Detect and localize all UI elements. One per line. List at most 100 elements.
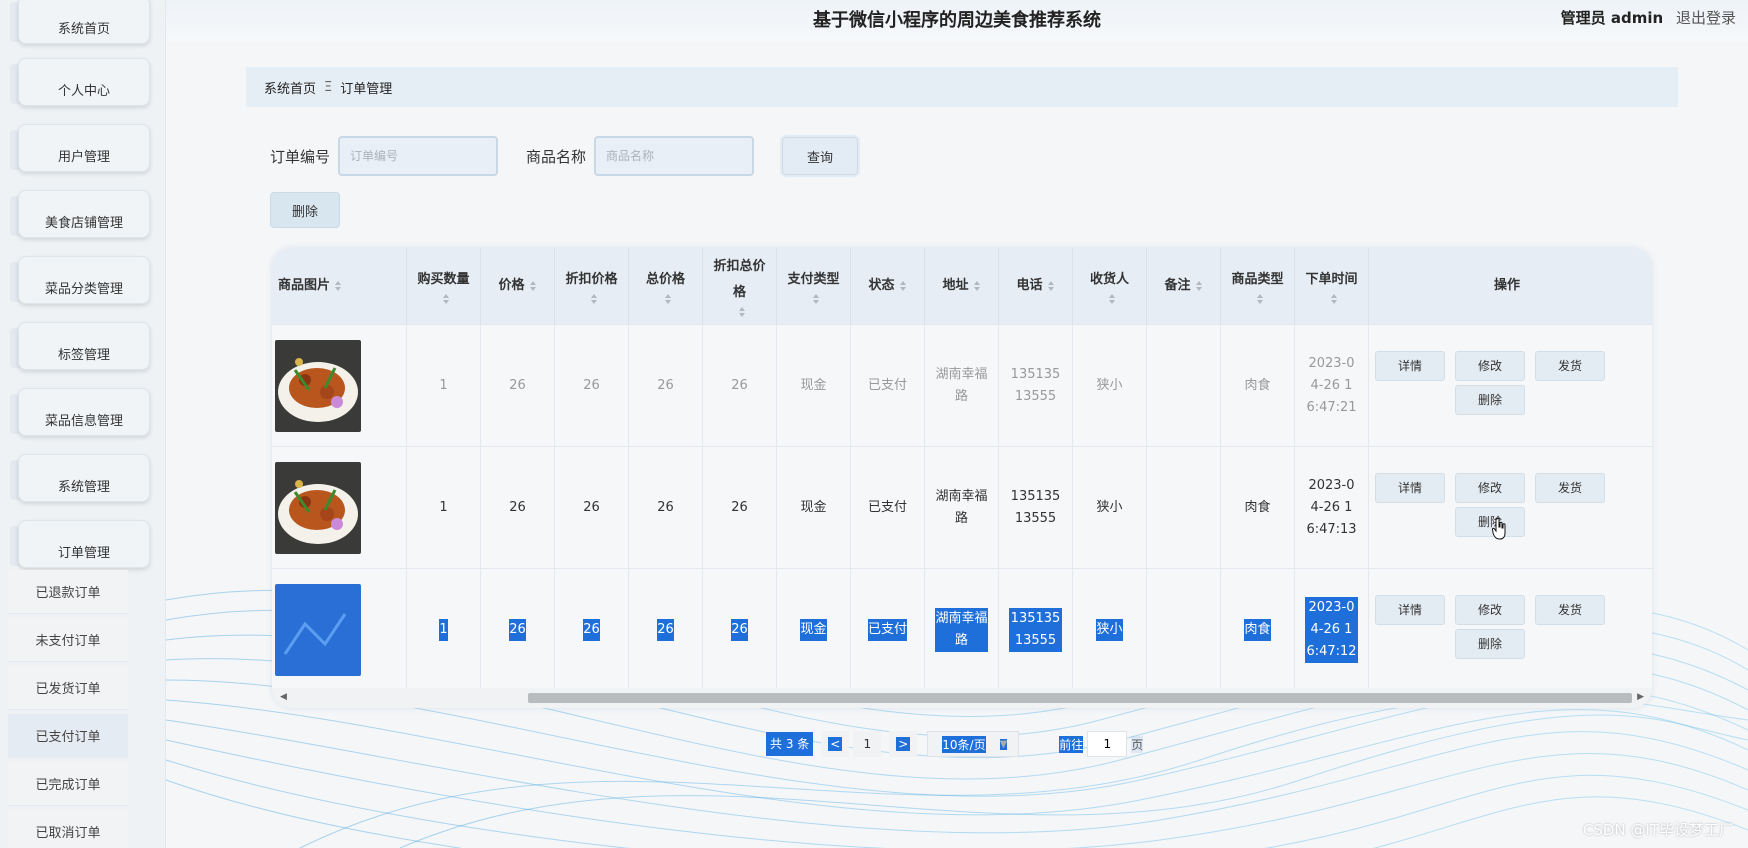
actions-cell: 详情 修改 发货 删除 <box>1369 447 1645 569</box>
header-label: 备注 <box>1164 278 1191 293</box>
header-image[interactable]: 商品图片 <box>272 248 407 324</box>
header-qty[interactable]: 购买数量 <box>407 248 481 324</box>
cell-text: 1 <box>439 619 448 641</box>
cell-address: 湖南幸福路 <box>925 325 999 447</box>
batch-delete-button[interactable]: 删除 <box>270 192 340 228</box>
sidebar-item-dish-categories[interactable]: 菜品分类管理 <box>18 256 150 304</box>
next-page-button[interactable]: > <box>889 731 918 757</box>
cell-qty: 1 <box>407 569 481 691</box>
scroll-left-icon[interactable]: ◀ <box>280 692 287 702</box>
prev-page-button[interactable]: < <box>821 731 850 757</box>
detail-button[interactable]: 详情 <box>1375 351 1445 381</box>
header-price[interactable]: 价格 <box>481 248 555 324</box>
header-address[interactable]: 地址 <box>925 248 999 324</box>
sidebar-item-system[interactable]: 系统管理 <box>18 454 150 502</box>
ship-button[interactable]: 发货 <box>1535 595 1605 625</box>
sort-icon[interactable] <box>812 293 820 305</box>
sidebar-item-dishes[interactable]: 菜品信息管理 <box>18 388 150 436</box>
edit-button[interactable]: 修改 <box>1455 595 1525 625</box>
detail-button[interactable]: 详情 <box>1375 595 1445 625</box>
header-pay-type[interactable]: 支付类型 <box>777 248 851 324</box>
order-number-input[interactable] <box>338 136 499 176</box>
sort-icon[interactable] <box>529 280 537 292</box>
breadcrumb-home[interactable]: 系统首页 <box>264 78 316 97</box>
cell-price: 26 <box>481 447 555 569</box>
cell-category: 肉食 <box>1221 325 1295 447</box>
sort-icon[interactable] <box>1108 293 1116 305</box>
goto-label: 前往 <box>1059 735 1084 753</box>
submenu-completed-orders[interactable]: 已完成订单 <box>8 762 128 806</box>
submenu-shipped-orders[interactable]: 已发货订单 <box>8 666 128 710</box>
header-total[interactable]: 总价格 <box>629 248 703 324</box>
sort-icon[interactable] <box>664 293 672 305</box>
sort-icon[interactable] <box>1047 280 1055 292</box>
sort-icon[interactable] <box>334 280 342 292</box>
sidebar-item-tags[interactable]: 标签管理 <box>18 322 150 370</box>
cell-status: 已支付 <box>851 325 925 447</box>
goto-page-input[interactable] <box>1087 731 1128 757</box>
delete-button[interactable]: 删除 <box>1455 385 1525 415</box>
submenu-cancelled-orders[interactable]: 已取消订单 <box>8 810 128 848</box>
submenu-paid-orders[interactable]: 已支付订单 <box>8 714 128 758</box>
logout-link[interactable]: 退出登录 <box>1676 9 1736 27</box>
header-status[interactable]: 状态 <box>851 248 925 324</box>
sidebar-item-users[interactable]: 用户管理 <box>18 124 150 172</box>
scroll-right-icon[interactable]: ▶ <box>1637 692 1644 702</box>
detail-button[interactable]: 详情 <box>1375 473 1445 503</box>
header-discount[interactable]: 折扣价格 <box>555 248 629 324</box>
cell-discount: 26 <box>555 325 629 447</box>
edit-button[interactable]: 修改 <box>1455 351 1525 381</box>
header-label: 状态 <box>868 278 895 293</box>
search-bar: 订单编号 商品名称 查询 <box>270 135 859 177</box>
sidebar-item-home[interactable]: 系统首页 <box>18 0 150 44</box>
sort-icon[interactable] <box>1195 280 1203 292</box>
header-label: 收货人 <box>1089 272 1129 287</box>
page-number[interactable]: 1 <box>853 731 882 757</box>
sidebar-item-orders[interactable]: 订单管理 <box>18 520 150 568</box>
header-label: 电话 <box>1016 278 1043 293</box>
sort-icon[interactable] <box>738 306 746 318</box>
sidebar-item-profile[interactable]: 个人中心 <box>18 58 150 106</box>
header-order-time[interactable]: 下单时间 <box>1295 248 1369 324</box>
cell-phone: 13513513555 <box>999 569 1073 691</box>
cell-discount-total: 26 <box>703 447 777 569</box>
header-receiver[interactable]: 收货人 <box>1073 248 1147 324</box>
sort-icon[interactable] <box>590 293 598 305</box>
query-button[interactable]: 查询 <box>782 137 859 175</box>
ship-button[interactable]: 发货 <box>1535 351 1605 381</box>
page-size-select[interactable]: 10条/页 ▼ <box>927 731 1020 757</box>
cell-phone: 13513513555 <box>999 325 1073 447</box>
horizontal-scrollbar[interactable]: ◀ ▶ <box>272 688 1652 708</box>
header-discount-total[interactable]: 折扣总价格 <box>703 248 777 324</box>
sidebar-item-shops[interactable]: 美食店铺管理 <box>18 190 150 238</box>
cell-text: 肉食 <box>1244 500 1271 515</box>
orders-table: 商品图片 购买数量 价格 折扣价格 总价格 折扣总价格 支付类型 状态 地址 电… <box>272 248 1652 708</box>
cell-price: 26 <box>481 325 555 447</box>
header-note[interactable]: 备注 <box>1147 248 1221 324</box>
cell-text: 26 <box>731 500 748 515</box>
header-phone[interactable]: 电话 <box>999 248 1073 324</box>
product-image <box>275 584 361 676</box>
scrollbar-thumb[interactable] <box>528 693 1632 703</box>
cell-phone: 13513513555 <box>999 447 1073 569</box>
delete-button[interactable]: 删除 <box>1455 507 1525 537</box>
delete-button[interactable]: 删除 <box>1455 629 1525 659</box>
sort-icon[interactable] <box>899 280 907 292</box>
submenu-refunded-orders[interactable]: 已退款订单 <box>8 570 128 614</box>
sort-icon[interactable] <box>1330 293 1338 305</box>
sort-icon[interactable] <box>973 280 981 292</box>
cell-text: 26 <box>731 378 748 393</box>
header-category[interactable]: 商品类型 <box>1221 248 1295 324</box>
submenu-unpaid-orders[interactable]: 未支付订单 <box>8 618 128 662</box>
product-image-cell <box>272 447 407 569</box>
cell-order-time: 2023-04-26 16:47:12 <box>1295 569 1369 691</box>
cell-discount: 26 <box>555 447 629 569</box>
sort-icon[interactable] <box>442 293 450 305</box>
header-label: 总价格 <box>645 272 685 287</box>
cell-text: 26 <box>657 500 674 515</box>
cell-discount: 26 <box>555 569 629 691</box>
product-name-input[interactable] <box>594 136 755 176</box>
ship-button[interactable]: 发货 <box>1535 473 1605 503</box>
edit-button[interactable]: 修改 <box>1455 473 1525 503</box>
sort-icon[interactable] <box>1256 293 1264 305</box>
